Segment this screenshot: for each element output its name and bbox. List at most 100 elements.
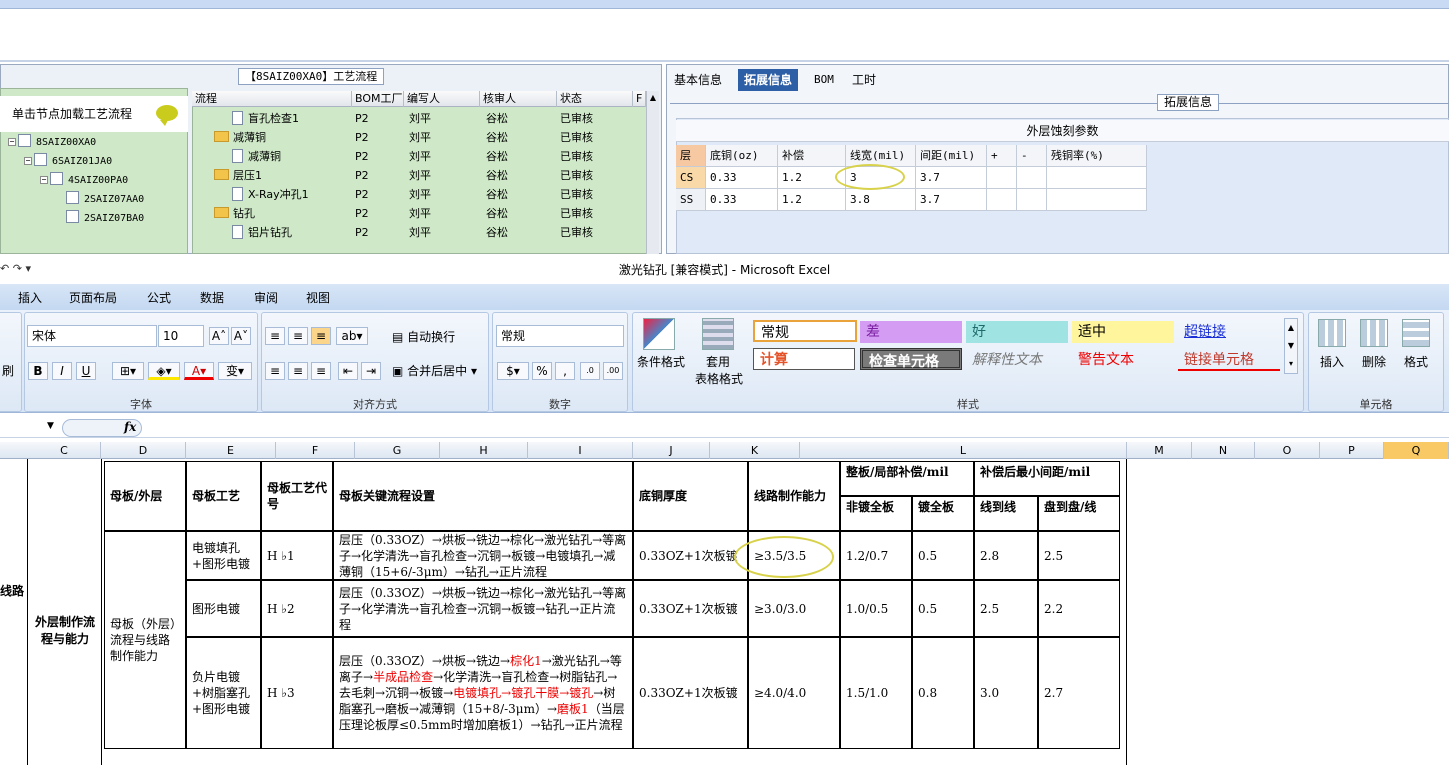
etch-cell-residual-copper[interactable] [1047, 167, 1147, 189]
etch-cell-spacing[interactable]: 3.7 [916, 189, 987, 211]
header-mother-process[interactable]: 母板工艺 [186, 461, 261, 531]
style-warning[interactable]: 警告文本 [1072, 349, 1174, 371]
cell-key-flow[interactable]: 层压（0.33OZ）→烘板→铣边→棕化1→激光钻孔→等离子→半成品检查→化学清洗… [333, 637, 633, 749]
column-header-l[interactable]: L [800, 442, 1127, 459]
etch-header-plus[interactable]: + [987, 145, 1017, 167]
etch-cell-base-copper[interactable]: 0.33 [706, 167, 778, 189]
column-header-q[interactable]: Q [1384, 442, 1449, 459]
etch-cell-minus[interactable] [1017, 189, 1047, 211]
header-spacing-group[interactable]: 补偿后最小间距/mil [974, 461, 1120, 496]
tree-node[interactable]: 2SAIZ07AA0 [66, 191, 144, 208]
cell-comp-plated[interactable]: 0.8 [912, 637, 974, 749]
cell-process[interactable]: 电镀填孔+图形电镀 [186, 531, 261, 580]
tab-basic-info[interactable]: 基本信息 [668, 69, 728, 91]
style-explanatory[interactable]: 解释性文本 [966, 349, 1068, 371]
underline-icon[interactable]: U [76, 362, 96, 380]
tab-bom[interactable]: BOM [808, 69, 840, 91]
cell-process-code[interactable]: H ♭2 [261, 580, 333, 637]
style-check-cell[interactable]: 检查单元格 [860, 348, 962, 370]
scroll-up-icon[interactable]: ▲ [1285, 319, 1297, 337]
align-left-icon[interactable]: ≡ [265, 362, 285, 380]
etch-header-residual-copper[interactable]: 残铜率(%) [1047, 145, 1147, 167]
column-header-i[interactable]: I [528, 442, 633, 459]
format-as-table-icon[interactable] [702, 318, 734, 350]
insert-cells-icon[interactable] [1318, 319, 1346, 347]
etch-header-compensation[interactable]: 补偿 [778, 145, 846, 167]
border-icon[interactable]: ⊞▾ [112, 362, 144, 380]
cell-comp-full[interactable]: 1.2/0.7 [840, 531, 912, 580]
etch-header-minus[interactable]: - [1017, 145, 1047, 167]
column-header-f[interactable]: F [276, 442, 355, 459]
etch-cell-minus[interactable] [1017, 167, 1047, 189]
cell-line-capability[interactable]: ≥4.0/4.0 [748, 637, 840, 749]
collapse-icon[interactable]: − [40, 176, 48, 184]
increase-decimal-icon[interactable]: .0 [580, 362, 600, 380]
bold-icon[interactable]: B [28, 362, 48, 380]
grid-scrollbar[interactable]: ▲ [646, 91, 659, 254]
tree-node[interactable]: −4SAIZ00PA0 [40, 172, 128, 189]
col-header-bom[interactable]: BOM工厂 [352, 91, 404, 107]
align-bottom-icon[interactable]: ≡ [311, 327, 331, 345]
tree-node[interactable]: −8SAIZ00XA0 [8, 134, 96, 151]
style-linked-cell[interactable]: 链接单元格 [1178, 349, 1280, 371]
percent-icon[interactable]: % [532, 362, 552, 380]
scroll-up-icon[interactable]: ▲ [647, 91, 659, 105]
insert-cells-button[interactable]: 插入 [1312, 352, 1352, 372]
etch-header-base-copper[interactable]: 底铜(oz) [706, 145, 778, 167]
insert-function-icon[interactable]: fx [124, 420, 136, 434]
style-normal[interactable]: 常规 [753, 320, 857, 342]
cell-process[interactable]: 负片电镀+树脂塞孔+图形电镀 [186, 637, 261, 749]
ribbon-tab-insert[interactable]: 插入 [18, 289, 42, 306]
align-right-icon[interactable]: ≡ [311, 362, 331, 380]
etch-cell-plus[interactable] [987, 167, 1017, 189]
column-header-k[interactable]: K [710, 442, 800, 459]
cell-comp-plated[interactable]: 0.5 [912, 531, 974, 580]
conditional-format-icon[interactable] [643, 318, 675, 350]
font-size-select[interactable]: 10 [158, 325, 204, 347]
style-neutral[interactable]: 适中 [1072, 321, 1174, 343]
etch-header-layer[interactable]: 层 [676, 145, 706, 167]
italic-icon[interactable]: I [52, 362, 72, 380]
column-header-o[interactable]: O [1255, 442, 1320, 459]
cell-base-copper[interactable]: 0.33OZ+1次板镀 [633, 580, 748, 637]
header-mother-outer[interactable]: 母板/外层 [104, 461, 186, 531]
cell-comp-full[interactable]: 1.5/1.0 [840, 637, 912, 749]
name-box-dropdown-icon[interactable]: ▼ [47, 421, 54, 431]
more-icon[interactable]: ▾ [1285, 355, 1297, 373]
collapse-icon[interactable]: − [24, 157, 32, 165]
number-format-select[interactable]: 常规 [496, 325, 624, 347]
cell-process-code[interactable]: H ♭3 [261, 637, 333, 749]
conditional-format-button[interactable]: 条件格式 [634, 352, 688, 372]
header-pad-to-pad[interactable]: 盘到盘/线 [1038, 496, 1120, 531]
etch-cell-base-copper[interactable]: 0.33 [706, 189, 778, 211]
cell-comp-full[interactable]: 1.0/0.5 [840, 580, 912, 637]
header-line-to-line[interactable]: 线到线 [974, 496, 1038, 531]
cell-process[interactable]: 图形电镀 [186, 580, 261, 637]
column-header-h[interactable]: H [440, 442, 528, 459]
shrink-font-icon[interactable]: A˅ [231, 327, 251, 345]
column-header-m[interactable]: M [1127, 442, 1192, 459]
tab-work-hours[interactable]: 工时 [846, 69, 882, 91]
col-header-status[interactable]: 状态 [557, 91, 633, 107]
format-painter-label[interactable]: 刷 [2, 362, 14, 379]
orientation-icon[interactable]: ab▾ [336, 327, 368, 345]
style-hyperlink[interactable]: 超链接 [1178, 321, 1280, 343]
scroll-down-icon[interactable]: ▼ [1285, 337, 1297, 355]
decrease-decimal-icon[interactable]: .00 [603, 362, 623, 380]
cell-comp-plated[interactable]: 0.5 [912, 580, 974, 637]
ribbon-tab-formulas[interactable]: 公式 [147, 289, 171, 306]
style-good[interactable]: 好 [966, 321, 1068, 343]
etch-cell-layer[interactable]: SS [676, 189, 706, 211]
cell-pad-to-pad[interactable]: 2.5 [1038, 531, 1120, 580]
styles-scroll[interactable]: ▲ ▼ ▾ [1284, 318, 1298, 374]
etch-cell-compensation[interactable]: 1.2 [778, 189, 846, 211]
col-header-flow[interactable]: 流程 [192, 91, 352, 107]
ribbon-tab-data[interactable]: 数据 [200, 289, 224, 306]
decrease-indent-icon[interactable]: ⇤ [338, 362, 358, 380]
etch-cell-plus[interactable] [987, 189, 1017, 211]
cell-key-flow[interactable]: 层压（0.33OZ）→烘板→铣边→棕化→激光钻孔→等离子→化学清洗→盲孔检查→沉… [333, 531, 633, 580]
etch-cell-line-width[interactable]: 3.8 [846, 189, 916, 211]
merge-center-button[interactable]: ▣ 合并后居中 ▾ [392, 361, 487, 381]
header-base-copper[interactable]: 底铜厚度 [633, 461, 748, 531]
col-header-author[interactable]: 编写人 [404, 91, 480, 107]
